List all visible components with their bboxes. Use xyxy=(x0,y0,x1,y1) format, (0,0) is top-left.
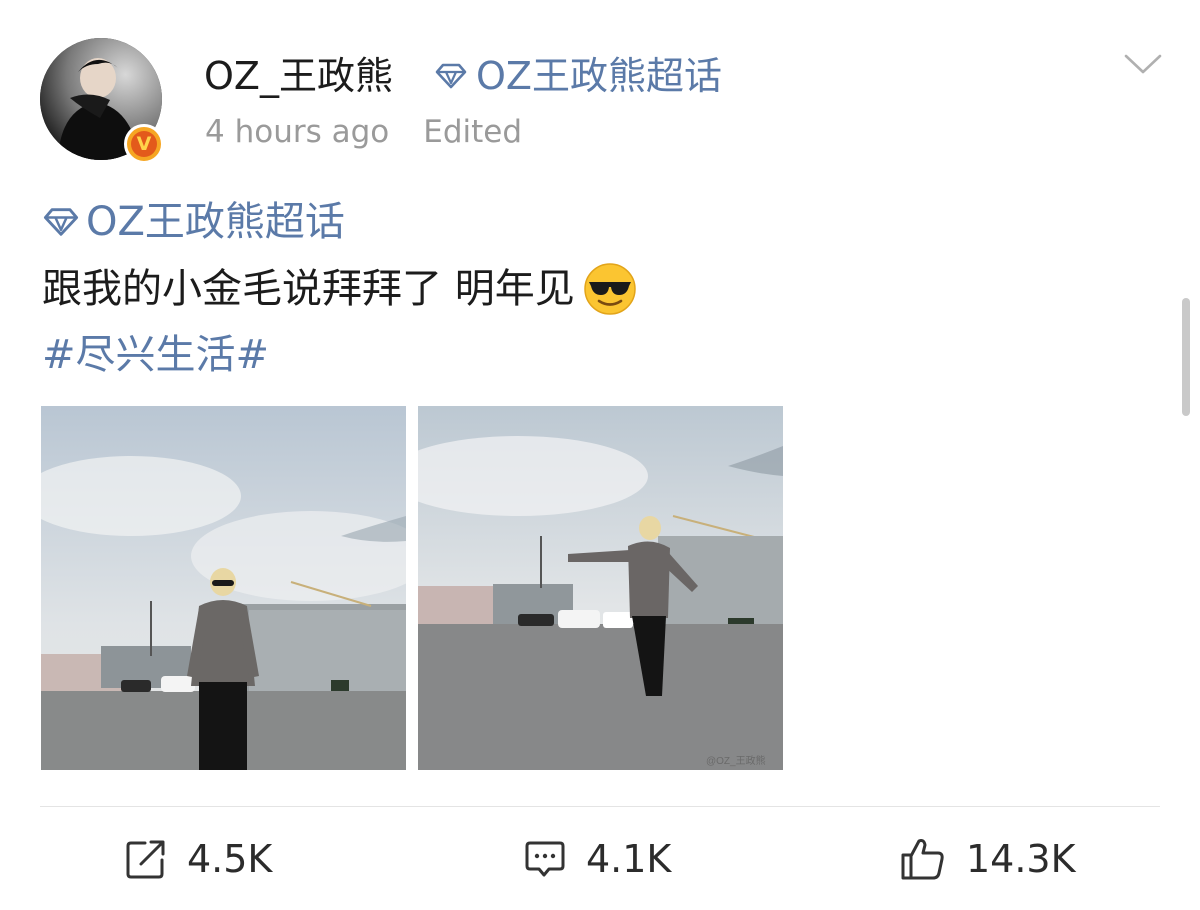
post-photo-2[interactable]: @OZ_王政熊 xyxy=(418,406,783,770)
scrollbar[interactable] xyxy=(1182,298,1190,416)
post-super-topic[interactable]: OZ王政熊超话 xyxy=(42,196,345,248)
diamond-icon xyxy=(43,208,79,236)
thumbs-up-icon xyxy=(901,839,944,880)
comment-button[interactable]: 4.1K xyxy=(524,834,671,884)
hashtag-link[interactable]: #尽兴生活# xyxy=(42,328,269,382)
comment-count: 4.1K xyxy=(586,837,672,881)
post-text: 跟我的小金毛说拜拜了 明年见 xyxy=(42,266,575,312)
repost-button[interactable]: 4.5K xyxy=(125,834,272,884)
post-meta: 4 hours ago Edited xyxy=(205,112,522,152)
comment-icon xyxy=(525,841,565,877)
cool-sunglasses-emoji-icon xyxy=(583,263,636,315)
like-count: 14.3K xyxy=(966,837,1076,881)
post-photo-1[interactable] xyxy=(41,406,406,770)
repost-icon xyxy=(126,840,165,879)
repost-count: 4.5K xyxy=(187,837,273,881)
edited-label: Edited xyxy=(423,114,523,150)
super-topic-link[interactable]: OZ王政熊超话 xyxy=(434,52,722,100)
verified-badge-icon: V xyxy=(124,124,164,164)
photo-watermark: @OZ_王政熊 xyxy=(706,754,766,767)
post-super-topic-label: OZ王政熊超话 xyxy=(86,199,345,245)
username[interactable]: OZ_王政熊 xyxy=(204,52,393,100)
super-topic-label: OZ王政熊超话 xyxy=(476,54,722,98)
diamond-icon xyxy=(435,63,467,89)
timestamp: 4 hours ago xyxy=(205,114,390,150)
like-button[interactable]: 14.3K xyxy=(900,834,1076,884)
divider xyxy=(40,806,1160,807)
post-text-line: 跟我的小金毛说拜拜了 明年见 xyxy=(42,262,637,316)
more-options-chevron-icon[interactable] xyxy=(1124,52,1162,80)
